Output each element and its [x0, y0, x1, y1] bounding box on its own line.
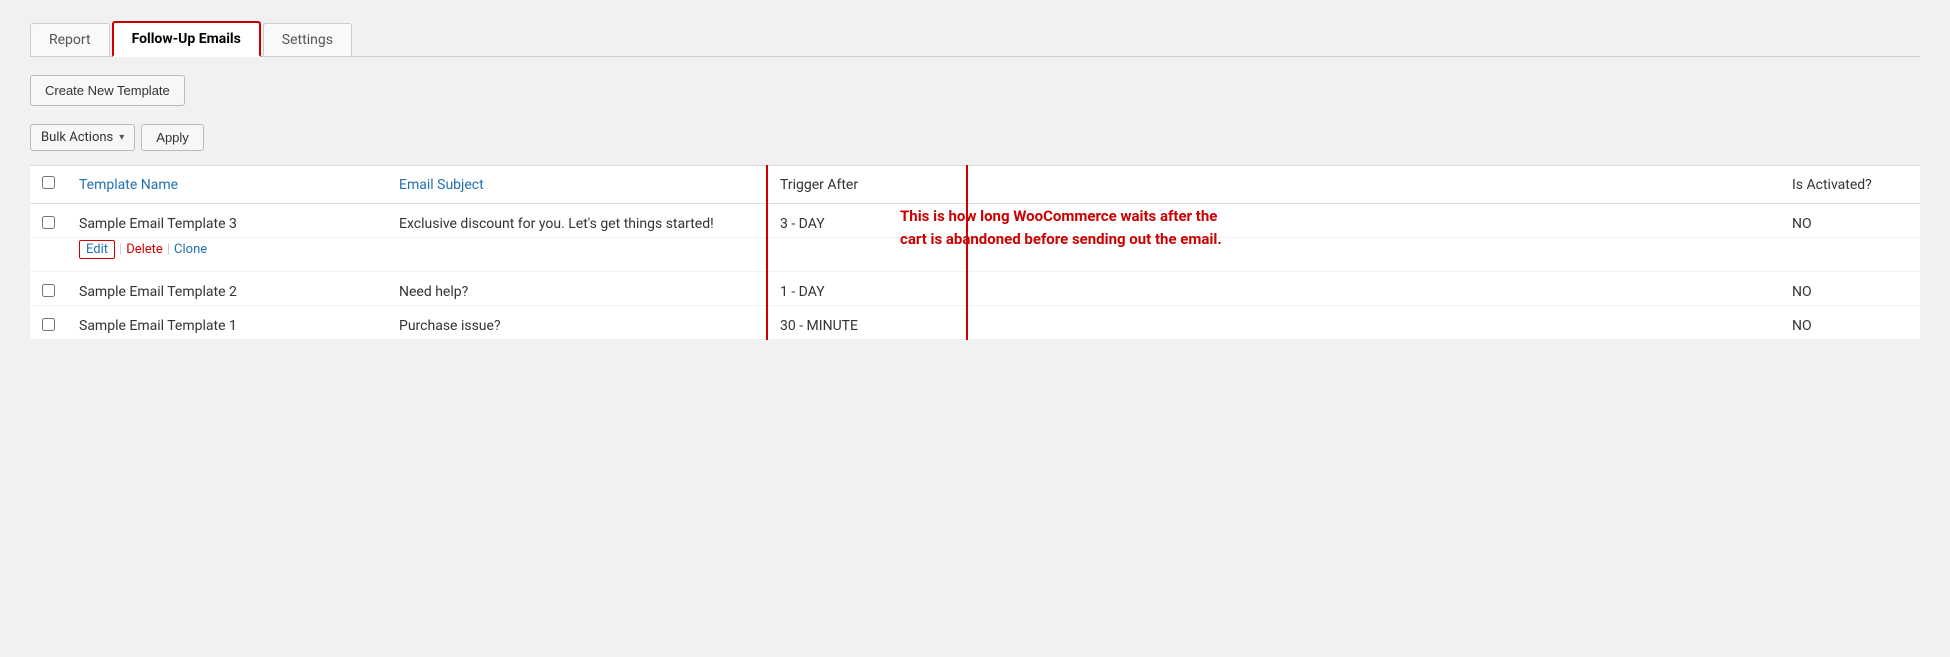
header-checkbox[interactable] [30, 166, 67, 204]
clone-link[interactable]: Clone [174, 242, 207, 257]
table-row: Sample Email Template 2Need help?1 - DAY… [30, 272, 1920, 306]
tab-followup[interactable]: Follow-Up Emails [112, 21, 261, 57]
email-subject-cell: Need help? [387, 272, 767, 306]
action-separator: | [167, 242, 170, 257]
delete-link[interactable]: Delete [126, 242, 163, 257]
is-activated-cell: NO [1780, 272, 1920, 306]
action-row-activated-spacer [1780, 238, 1920, 272]
template-name-cell: Sample Email Template 2 [67, 272, 387, 306]
header-trigger-after: Trigger After [767, 166, 967, 204]
template-name-cell: Sample Email Template 3 [67, 204, 387, 238]
spacer-cell [967, 272, 1780, 306]
trigger-after-cell: 1 - DAY [767, 272, 967, 306]
table-header-row: Template Name Email Subject Trigger Afte… [30, 166, 1920, 204]
header-spacer [967, 166, 1780, 204]
row-actions-cell: Edit | Delete | Clone [67, 238, 387, 272]
header-template-name[interactable]: Template Name [67, 166, 387, 204]
bulk-actions-arrow: ▾ [119, 132, 124, 143]
email-templates-table: Template Name Email Subject Trigger Afte… [30, 165, 1920, 340]
select-all-checkbox[interactable] [42, 176, 55, 189]
bulk-actions-row: Bulk Actions ▾ Apply [30, 124, 1920, 151]
row-checkbox-3[interactable] [42, 318, 55, 331]
table-row: Sample Email Template 1Purchase issue?30… [30, 306, 1920, 340]
trigger-after-cell: 30 - MINUTE [767, 306, 967, 340]
tab-report[interactable]: Report [30, 23, 110, 56]
create-template-button[interactable]: Create New Template [30, 75, 185, 106]
action-separator: | [119, 242, 122, 257]
action-row-subject-spacer [387, 238, 767, 272]
row-checkbox-1[interactable] [42, 216, 55, 229]
email-subject-cell: Purchase issue? [387, 306, 767, 340]
apply-button[interactable]: Apply [141, 124, 204, 151]
spacer-cell [967, 306, 1780, 340]
tab-settings[interactable]: Settings [263, 23, 352, 56]
edit-link[interactable]: Edit [79, 240, 115, 259]
header-email-subject[interactable]: Email Subject [387, 166, 767, 204]
email-subject-cell: Exclusive discount for you. Let's get th… [387, 204, 767, 238]
bulk-actions-label: Bulk Actions [41, 130, 113, 145]
bulk-actions-select[interactable]: Bulk Actions ▾ [30, 124, 135, 151]
is-activated-cell: NO [1780, 306, 1920, 340]
tabs-bar: Report Follow-Up Emails Settings [30, 20, 1920, 57]
template-name-cell: Sample Email Template 1 [67, 306, 387, 340]
header-is-activated: Is Activated? [1780, 166, 1920, 204]
action-checkbox-spacer [30, 238, 67, 272]
row-actions: Edit | Delete | Clone [79, 240, 375, 259]
tooltip-annotation: This is how long WooCommerce waits after… [900, 205, 1240, 250]
row-checkbox-2[interactable] [42, 284, 55, 297]
main-content: Create New Template This is how long Woo… [30, 75, 1920, 340]
is-activated-cell: NO [1780, 204, 1920, 238]
